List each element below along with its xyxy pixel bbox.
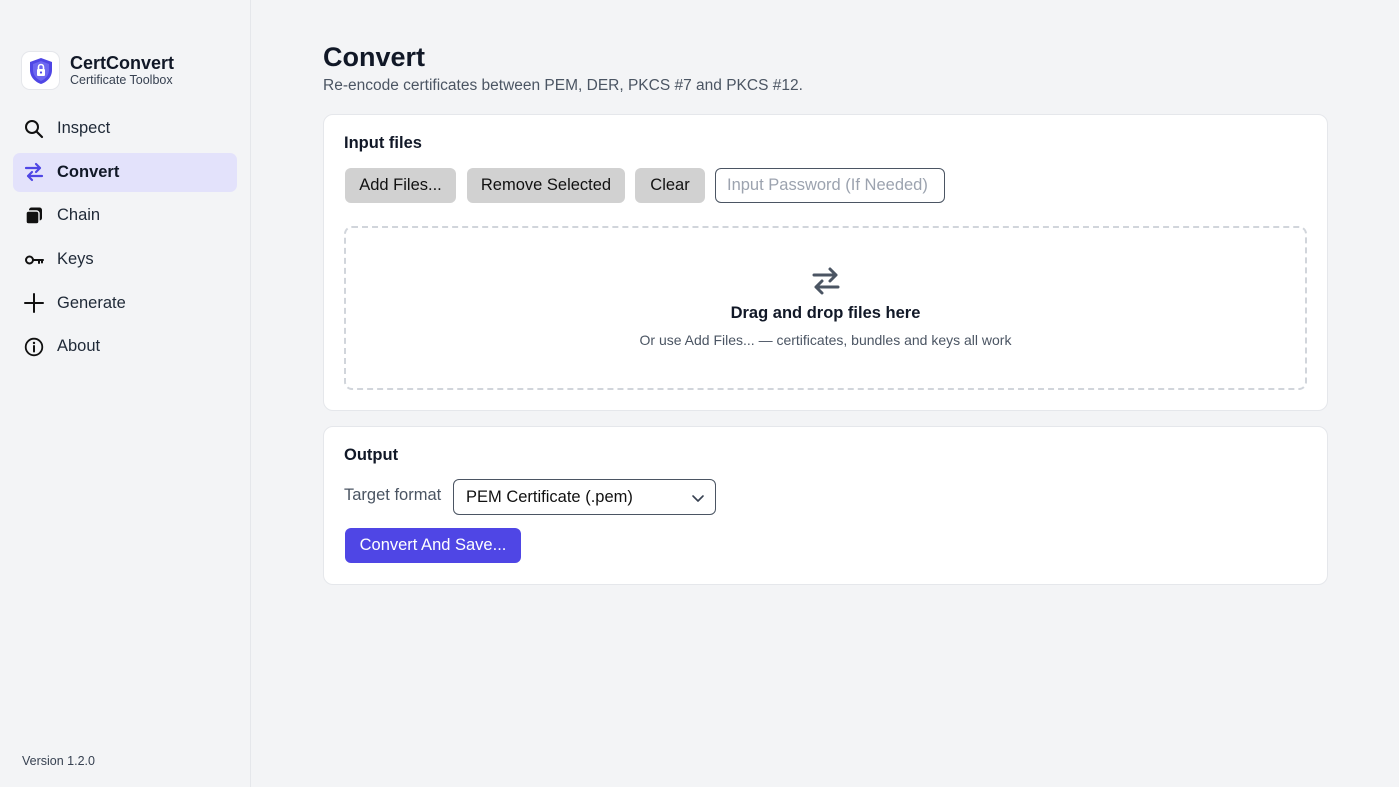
- add-files-button[interactable]: Add Files...: [345, 168, 456, 203]
- page-subtitle: Re-encode certificates between PEM, DER,…: [323, 77, 803, 94]
- main-content: Convert Re-encode certificates between P…: [251, 0, 1399, 787]
- file-dropzone[interactable]: Drag and drop files here Or use Add File…: [344, 226, 1307, 390]
- swap-arrows-icon: [811, 266, 841, 296]
- sidebar-item-keys[interactable]: Keys: [13, 240, 237, 279]
- search-icon: [24, 119, 44, 139]
- swap-arrows-icon: [24, 162, 44, 182]
- version-label: Version 1.2.0: [22, 754, 95, 768]
- clear-button[interactable]: Clear: [635, 168, 705, 203]
- shield-logo-icon: [22, 52, 59, 89]
- sidebar-item-label: Convert: [57, 162, 120, 181]
- sidebar-item-label: Keys: [57, 250, 94, 269]
- stack-icon: [24, 206, 44, 226]
- sidebar-item-label: About: [57, 337, 101, 356]
- sidebar-item-label: Chain: [57, 206, 101, 225]
- sidebar-item-chain[interactable]: Chain: [13, 196, 237, 235]
- sidebar-nav: Inspect Convert Chain Keys Generate Abou…: [13, 109, 237, 371]
- output-card: Output Target format PEM Certificate (.p…: [323, 426, 1328, 585]
- target-format-value: PEM Certificate (.pem): [466, 487, 633, 506]
- brand: CertConvert Certificate Toolbox: [22, 52, 174, 89]
- sidebar-item-label: Generate: [57, 293, 126, 312]
- key-icon: [24, 250, 44, 270]
- sidebar-item-about[interactable]: About: [13, 327, 237, 366]
- remove-selected-button[interactable]: Remove Selected: [467, 168, 625, 203]
- app-subtitle: Certificate Toolbox: [70, 73, 173, 87]
- app-window: CertConvert Certificate Toolbox Inspect …: [0, 0, 1399, 787]
- plus-icon: [24, 293, 44, 314]
- page-title: Convert: [323, 42, 426, 72]
- target-format-label: Target format: [344, 486, 442, 504]
- sidebar-item-inspect[interactable]: Inspect: [13, 109, 237, 148]
- convert-and-save-button[interactable]: Convert And Save...: [345, 528, 521, 563]
- app-name: CertConvert: [70, 53, 175, 73]
- dropzone-hint: Or use Add Files... — certificates, bund…: [639, 332, 1012, 348]
- target-format-select[interactable]: PEM Certificate (.pem): [453, 479, 716, 515]
- sidebar: CertConvert Certificate Toolbox Inspect …: [0, 0, 251, 787]
- chevron-down-icon: [691, 491, 705, 510]
- info-icon: [24, 337, 44, 357]
- output-heading: Output: [344, 446, 399, 464]
- sidebar-item-convert[interactable]: Convert: [13, 152, 237, 192]
- sidebar-item-generate[interactable]: Generate: [13, 284, 237, 323]
- sidebar-item-label: Inspect: [57, 119, 111, 137]
- input-files-heading: Input files: [344, 134, 422, 152]
- password-input[interactable]: [715, 168, 945, 203]
- input-files-card: Input files Add Files... Remove Selected…: [323, 114, 1328, 411]
- dropzone-title: Drag and drop files here: [730, 304, 921, 322]
